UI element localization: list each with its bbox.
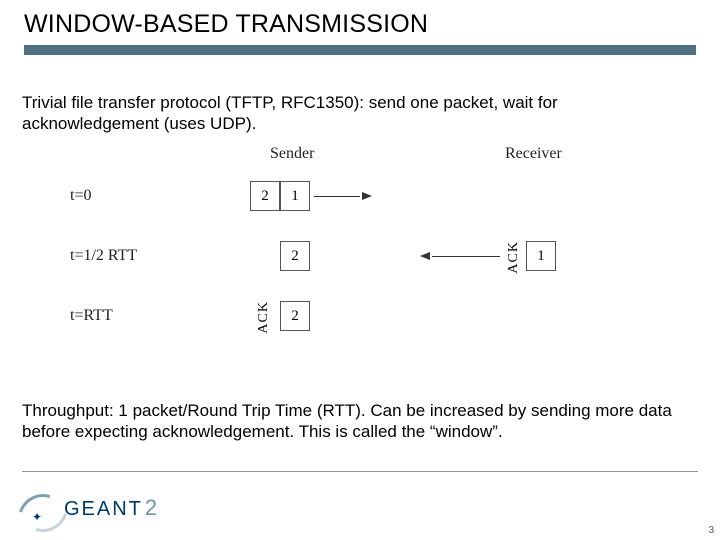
outro-text: Throughput: 1 packet/Round Trip Time (RT…: [22, 400, 698, 443]
logo-suffix: 2: [145, 495, 159, 521]
queue-cell: 1: [280, 181, 310, 211]
ack-label-sender: ACK: [256, 301, 272, 334]
footer-rule: [22, 471, 698, 472]
page-title: WINDOW-BASED TRANSMISSION: [24, 10, 696, 45]
logo-name: GEANT: [64, 498, 143, 521]
logo-text: GEANT 2: [64, 495, 159, 521]
logo-star-icon: ✦: [32, 510, 42, 524]
title-block: WINDOW-BASED TRANSMISSION: [24, 10, 696, 55]
receiver-label: Receiver: [505, 145, 562, 163]
sender-queue-t2: 2: [280, 301, 310, 331]
page-number: 3: [708, 525, 714, 536]
sender-queue-t1: 2: [280, 241, 310, 271]
tftp-diagram: Sender Receiver t=0 t=1/2 RTT t=RTT 2 1 …: [70, 145, 630, 380]
geant2-logo: ✦ GEANT 2: [22, 490, 159, 526]
queue-cell: 2: [280, 241, 310, 271]
queue-cell: 2: [250, 181, 280, 211]
title-underline: [24, 45, 696, 55]
queue-cell: 2: [280, 301, 310, 331]
queue-cell: 1: [526, 241, 556, 271]
slide: WINDOW-BASED TRANSMISSION Trivial file t…: [0, 0, 720, 540]
time-label-t1: t=1/2 RTT: [70, 247, 137, 265]
sender-label: Sender: [270, 145, 314, 163]
logo-swoosh-icon: ✦: [22, 490, 62, 526]
time-label-t2: t=RTT: [70, 307, 113, 325]
intro-text: Trivial file transfer protocol (TFTP, RF…: [22, 92, 698, 135]
receiver-queue-t1: 1: [526, 241, 556, 271]
ack-label-receiver: ACK: [506, 241, 522, 274]
time-label-t0: t=0: [70, 187, 91, 205]
sender-queue-t0: 2 1: [250, 181, 310, 211]
